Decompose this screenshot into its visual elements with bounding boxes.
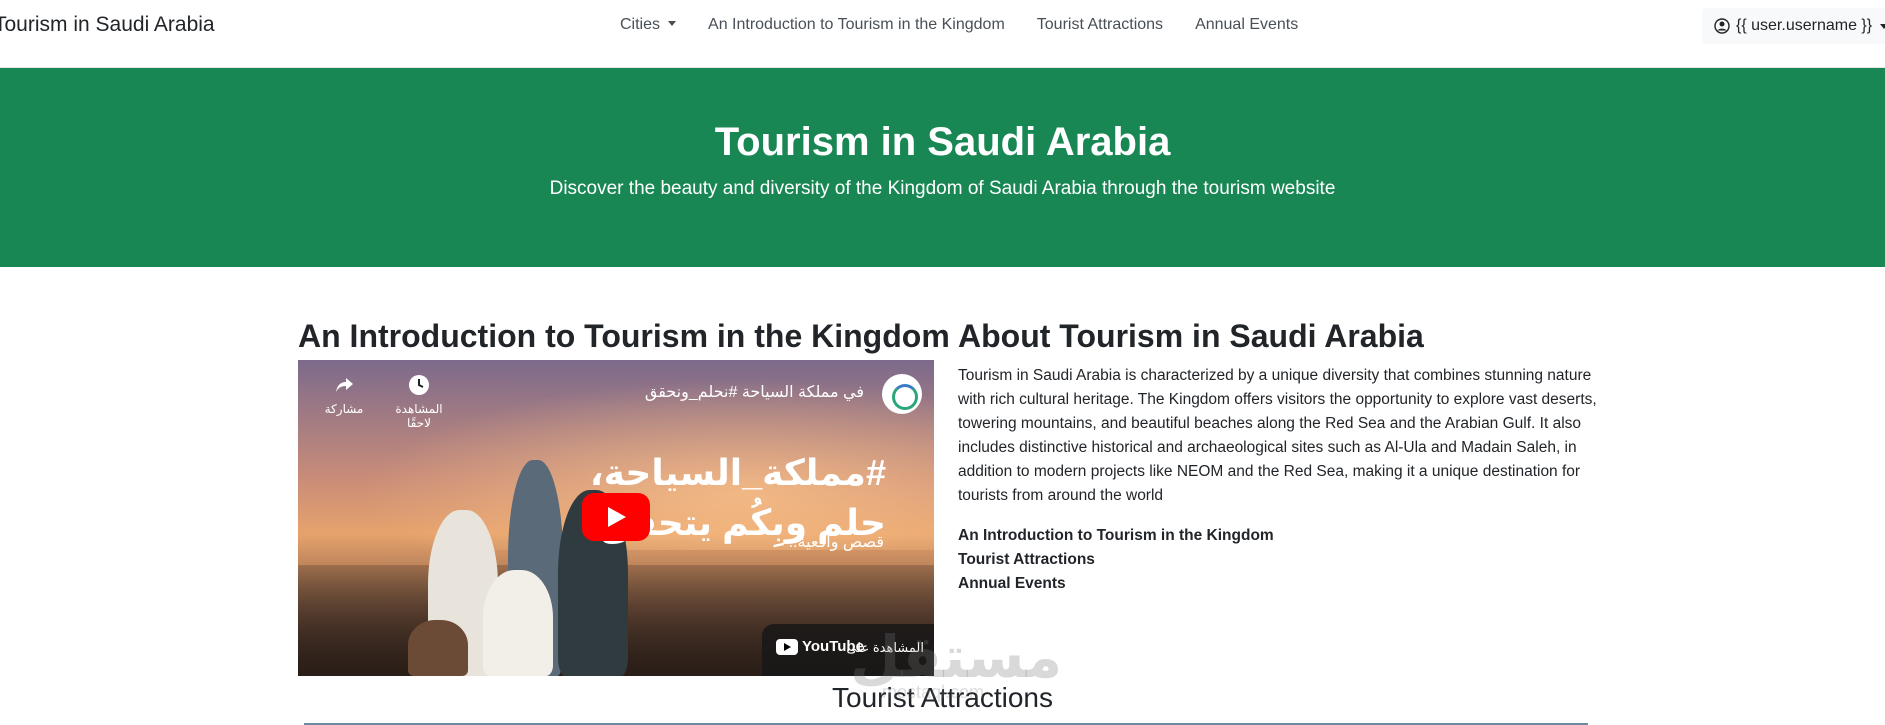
nav-annual-events[interactable]: Annual Events (1195, 16, 1298, 34)
intro-title: An Introduction to Tourism in the Kingdo… (298, 318, 950, 354)
link-tourist-attractions[interactable]: Tourist Attractions (958, 548, 1598, 572)
share-icon (336, 378, 353, 392)
nav-cities-label: Cities (620, 16, 661, 33)
username-label: {{ user.username }} (1736, 17, 1873, 34)
hero-title: Tourism in Saudi Arabia (714, 120, 1171, 164)
chevron-down-icon (1880, 23, 1885, 29)
navbar: Tourism in Saudi Arabia Cities An Introd… (0, 0, 1885, 68)
nav-tourist-attractions[interactable]: Tourist Attractions (1037, 16, 1163, 34)
about-section: About Tourism in Saudi Arabia Tourism in… (958, 316, 1598, 596)
nav-introduction[interactable]: An Introduction to Tourism in the Kingdo… (708, 16, 1005, 34)
watermark-url: mostaql.com (882, 682, 985, 702)
about-paragraph: Tourism in Saudi Arabia is characterized… (958, 367, 1597, 504)
user-menu-dropdown[interactable]: {{ user.username }} (1702, 8, 1885, 44)
video-share-label: مشاركة (324, 402, 364, 416)
person-circle-icon (1714, 18, 1730, 34)
link-introduction[interactable]: An Introduction to Tourism in the Kingdo… (958, 524, 1598, 548)
video-embed[interactable]: في مملكة السياحة #نحلم_ونحقق مشاركة المش… (298, 360, 934, 676)
youtube-icon (776, 638, 798, 655)
video-subline: قصص واقعية.. (788, 534, 884, 551)
intro-section: An Introduction to Tourism in the Kingdo… (298, 316, 950, 676)
about-title: About Tourism in Saudi Arabia (958, 318, 1424, 354)
watermark-logo: مستقل (850, 625, 1063, 690)
video-channel-title[interactable]: في مملكة السياحة #نحلم_ونحقق (645, 382, 864, 402)
video-share-button[interactable]: مشاركة (322, 374, 366, 416)
hero-subtitle: Discover the beauty and diversity of the… (549, 178, 1336, 199)
brand-link[interactable]: Tourism in Saudi Arabia (0, 13, 215, 37)
video-watch-later-label: المشاهدة لاحقًا (395, 402, 443, 430)
clock-icon (409, 375, 429, 395)
hero-banner: Tourism in Saudi Arabia Discover the bea… (0, 68, 1885, 267)
nav-cities-dropdown[interactable]: Cities (620, 16, 677, 34)
link-annual-events[interactable]: Annual Events (958, 572, 1598, 596)
nav-links: Cities An Introduction to Tourism in the… (620, 14, 1298, 36)
video-watch-later-button[interactable]: المشاهدة لاحقًا (384, 374, 454, 430)
video-headline-line1: #مملكة_السياحة، (589, 452, 886, 493)
chevron-down-icon (668, 21, 677, 26)
about-links: An Introduction to Tourism in the Kingdo… (958, 524, 1598, 596)
ministry-logo (882, 374, 922, 414)
play-button[interactable] (582, 493, 650, 541)
